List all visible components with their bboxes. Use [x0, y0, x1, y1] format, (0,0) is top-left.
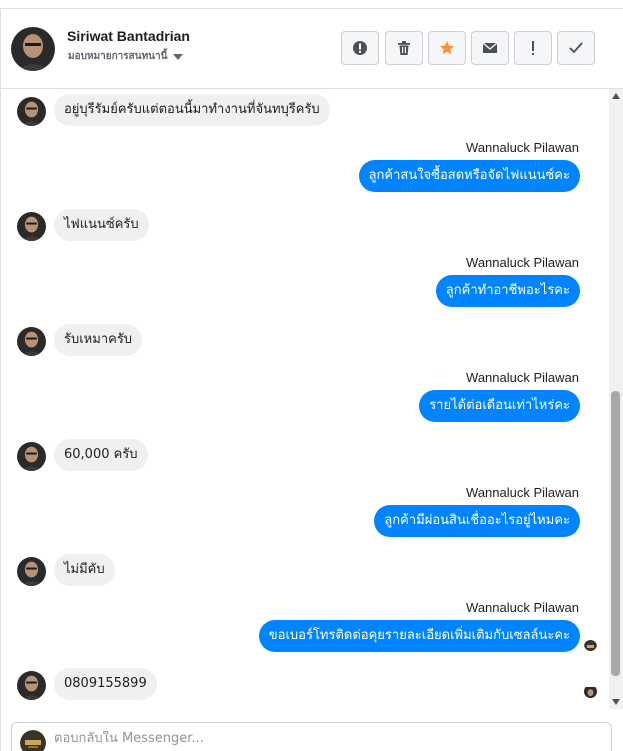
contact-avatar [17, 671, 46, 700]
delete-button[interactable] [385, 31, 423, 65]
scroll-down-arrow-icon[interactable] [612, 699, 620, 705]
page-avatar [20, 730, 46, 751]
contact-avatar [17, 97, 46, 126]
contact-avatar [17, 212, 46, 241]
incoming-message[interactable]: 0809155899 [54, 668, 157, 700]
incoming-message[interactable]: อยู่บุรีรัมย์ครับแต่ตอนนี้มาทำงานที่จันท… [54, 94, 330, 126]
alert-circle-icon [353, 41, 367, 55]
scrollbar[interactable] [609, 89, 623, 709]
mark-done-button[interactable] [557, 31, 595, 65]
report-button[interactable] [341, 31, 379, 65]
scrollbar-thumb[interactable] [611, 391, 620, 676]
sender-name: Wannaluck Pilawan [466, 370, 579, 385]
conversation-header: Siriwat Bantadrian มอบหมายการสนทนานี้ [0, 9, 623, 89]
mark-unread-button[interactable] [471, 31, 509, 65]
star-icon [440, 41, 454, 55]
avatar[interactable] [11, 27, 55, 71]
incoming-message[interactable]: ไม่มีคับ [54, 554, 115, 586]
outgoing-message[interactable]: ลูกค้าทำอาชีพอะไรคะ [435, 275, 580, 307]
contact-avatar [17, 442, 46, 471]
incoming-message[interactable]: รับเหมาครับ [54, 324, 143, 356]
assign-conversation-label: มอบหมายการสนทนานี้ [68, 51, 168, 62]
outgoing-message[interactable]: รายได้ต่อเดือนเท่าไหร่คะ [419, 390, 580, 422]
message-thread[interactable]: อยู่บุรีรัมย์ครับแต่ตอนนี้มาทำงานที่จันท… [0, 89, 609, 709]
outgoing-message[interactable]: ขอเบอร์โทรติดต่อคุยรายละเอียดเพิ่มเติมกั… [258, 620, 580, 652]
exclamation-icon [532, 41, 534, 55]
outgoing-message[interactable]: ลูกค้าสนใจซื้อสดหรือจัดไฟแนนซ์คะ [358, 160, 580, 192]
outgoing-message[interactable]: ลูกค้ามีผ่อนสินเชื่ออะไรอยู่ไหมคะ [374, 505, 580, 537]
sender-name: Wannaluck Pilawan [466, 600, 579, 615]
reply-input[interactable] [54, 731, 594, 746]
sender-name: Wannaluck Pilawan [466, 485, 579, 500]
star-button[interactable] [428, 31, 466, 65]
envelope-icon [482, 42, 498, 53]
follow-up-button[interactable] [514, 31, 552, 65]
contact-avatar [17, 557, 46, 586]
sender-name: Wannaluck Pilawan [466, 140, 579, 155]
contact-avatar-read-receipt [584, 685, 597, 698]
caret-down-icon [173, 53, 184, 60]
page-avatar-read-receipt [584, 638, 597, 651]
contact-avatar [17, 327, 46, 356]
trash-icon [398, 41, 410, 55]
sender-name: Wannaluck Pilawan [466, 255, 579, 270]
checkmark-icon [569, 42, 583, 54]
incoming-message[interactable]: 60,000 ครับ [54, 439, 148, 471]
contact-name[interactable]: Siriwat Bantadrian [67, 28, 190, 44]
assign-conversation-dropdown[interactable]: มอบหมายการสนทนานี้ [68, 49, 184, 64]
incoming-message[interactable]: ไฟแนนซ์ครับ [54, 209, 149, 241]
scroll-up-arrow-icon[interactable] [612, 93, 620, 99]
reply-composer[interactable] [11, 722, 612, 751]
